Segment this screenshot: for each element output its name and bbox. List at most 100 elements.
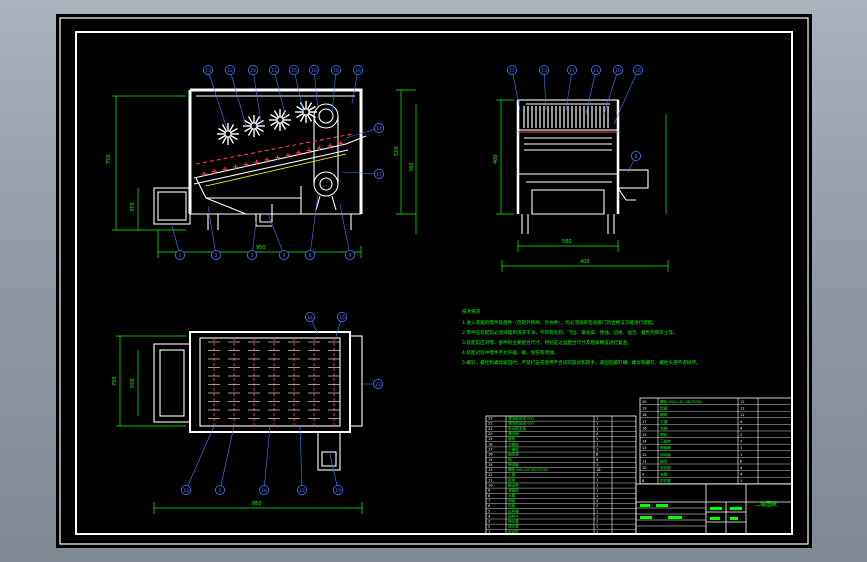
front-balloon-right: 17	[341, 168, 384, 179]
front-balloon-top: 20	[247, 65, 262, 123]
bom-row: 21 电动机支架 1	[488, 426, 598, 431]
bom-cell: 1	[596, 525, 598, 529]
plan-balloon-bottom: 13	[181, 425, 215, 495]
bom-cell: 1	[488, 530, 490, 534]
front-balloon-bottom: 9	[339, 203, 355, 260]
bom-cell: 8	[740, 459, 743, 463]
bom-cell: 链条	[508, 436, 516, 441]
plan-balloon-right: 23	[360, 378, 383, 389]
svg-text:2: 2	[215, 253, 218, 259]
svg-text:5: 5	[219, 488, 222, 494]
bom-cell: 4	[740, 420, 743, 424]
svg-text:16: 16	[311, 68, 317, 74]
front-view-dimension-text: 750 370 950 520 760	[106, 146, 415, 251]
dim-plan-width: 950	[252, 501, 262, 507]
dim-side-width: 580	[562, 239, 572, 245]
bom-cell: 12	[740, 407, 745, 411]
bom-cell: 8	[596, 453, 599, 457]
bom-row: 18 大链轮 1	[488, 441, 598, 446]
notes-heading: 技术要求	[462, 308, 481, 315]
bom-row: 12 上盖 1	[488, 472, 598, 477]
dim-front-right: 760	[409, 162, 415, 172]
bom-row: 19 链条 1	[488, 436, 598, 441]
svg-text:19: 19	[355, 68, 361, 74]
bom-row: 8 防护罩 1	[642, 478, 742, 483]
svg-text:13: 13	[541, 68, 547, 74]
bom-cell: 1	[740, 479, 742, 483]
bom-cell: 1	[740, 453, 742, 457]
bom-row: 20 螺栓 M12×30 GB/T5782 12	[642, 399, 745, 404]
front-balloon-top: 13	[202, 65, 229, 133]
bom-cell: 23	[488, 417, 493, 421]
bom-cell: 上盖	[508, 472, 516, 477]
side-view-dimension-text: 400 580 400	[493, 154, 590, 265]
bom-cell: 防护罩	[660, 478, 671, 483]
front-balloon-bottom: 1	[171, 225, 186, 260]
svg-text:8: 8	[635, 154, 638, 160]
bom-cell: 1	[596, 484, 598, 488]
bom-cell: 11	[642, 459, 647, 463]
bom-cell: 平键	[660, 419, 668, 424]
bom-cell: 5	[488, 509, 490, 513]
bom-cell: 10	[488, 484, 493, 488]
bom-cell: 16	[642, 426, 647, 430]
bom-cell: 13	[488, 468, 493, 472]
plan-balloon-bottom: 5	[214, 425, 235, 495]
bom-row: 15 轴 4	[488, 457, 599, 462]
bom-cell: 1	[596, 473, 598, 477]
bom-row: 16 轴承座 8	[488, 452, 599, 457]
drawing-viewport[interactable]: 750 370 950 520 760 400 580 400 700 550 …	[56, 14, 812, 548]
bom-cell: 20	[642, 400, 647, 404]
svg-text:20: 20	[250, 68, 256, 74]
bom-cell: 1	[596, 520, 598, 524]
title-block-name: 二级图纸	[755, 500, 778, 508]
bom-row: 15 带轮 2	[642, 432, 742, 437]
bom-cell: 1	[596, 463, 598, 467]
bom-cell: 传动轴	[660, 452, 671, 457]
svg-text:22: 22	[299, 488, 305, 494]
bom-cell: 电动机	[508, 529, 519, 534]
svg-text:12: 12	[227, 68, 233, 74]
bom-cell: 12	[740, 413, 745, 417]
bom-cell: 清洗刷	[508, 431, 519, 436]
bom-cell: 清洗刷总成-001	[508, 421, 534, 426]
bom-cell: 17	[488, 447, 493, 451]
bom-cell: 垫圈	[660, 406, 668, 411]
svg-text:11: 11	[593, 68, 599, 74]
svg-text:10: 10	[615, 68, 621, 74]
bom-cell: 4	[488, 514, 491, 518]
bom-cell: 4	[596, 458, 599, 462]
bom-row: 11 机架 1	[488, 477, 598, 482]
bom-row: 10 密封圈 4	[642, 465, 743, 470]
plan-view-brush-rows	[208, 338, 340, 426]
svg-text:17: 17	[376, 172, 382, 178]
svg-text:8: 8	[309, 253, 312, 259]
bom-cell: 14	[488, 463, 493, 467]
bom-cell: 9	[642, 473, 645, 477]
bom-cell: 22	[488, 422, 493, 426]
bom-cell: 2	[740, 440, 742, 444]
dim-plan-left: 550	[130, 378, 136, 388]
inner-border	[75, 31, 793, 535]
bom-cell: 2	[488, 525, 490, 529]
svg-text:13: 13	[183, 488, 189, 494]
svg-text:15: 15	[291, 68, 297, 74]
bom-row: 2 接水盘 1	[488, 524, 598, 529]
bom-cell: 大链轮	[508, 441, 519, 446]
note-line-5: 5.螺钉、螺栓和螺母紧固时，严禁打击或使用不合适的旋具和扳手，紧固后螺钉槽、螺母…	[462, 359, 701, 366]
bom-cell: 喷淋管	[508, 462, 519, 467]
bom-cell: 1	[596, 530, 598, 534]
bom-cell: 8	[642, 479, 645, 483]
svg-text:14: 14	[307, 315, 313, 321]
side-view	[516, 99, 649, 234]
bom-cell: 带轮	[660, 432, 668, 437]
bom-cell: 7	[488, 499, 490, 503]
side-balloon-right: 8	[627, 150, 642, 173]
bom-cell: 21	[488, 427, 493, 431]
bom-cell: 水箱	[508, 493, 516, 498]
side-balloon-top: 13	[538, 65, 549, 111]
bom-cell: 13	[642, 446, 647, 450]
note-line-1: 1.进入装配的零件及部件（包括外购件、外协件），均必须具有检验部门的合格证方能进…	[462, 319, 657, 326]
front-view	[153, 88, 367, 230]
svg-text:1: 1	[179, 253, 182, 259]
